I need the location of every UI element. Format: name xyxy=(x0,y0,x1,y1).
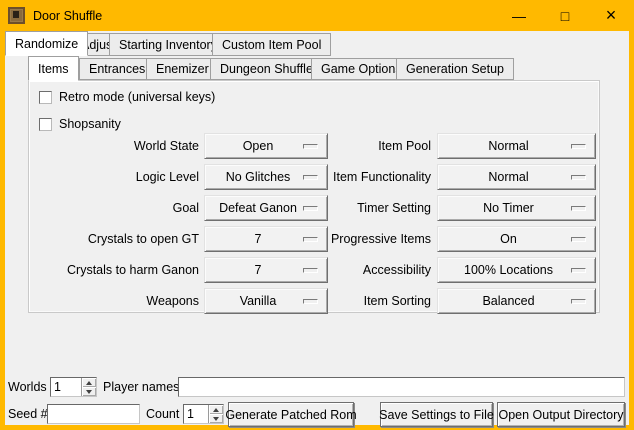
timer-setting-label: Timer Setting xyxy=(299,195,431,221)
seed-input[interactable] xyxy=(47,404,140,424)
tab-entrances[interactable]: Entrances xyxy=(79,58,155,80)
retro-mode-checkbox-row: Retro mode (universal keys) xyxy=(39,90,215,104)
items-pane: Retro mode (universal keys) Shopsanity W… xyxy=(28,80,600,313)
tab-enemizer[interactable]: Enemizer xyxy=(146,58,219,80)
item-sorting-label: Item Sorting xyxy=(299,288,431,314)
tab-starting-inventory[interactable]: Starting Inventory xyxy=(109,33,227,56)
shopsanity-checkbox-row: Shopsanity xyxy=(39,117,121,131)
tab-randomize[interactable]: Randomize xyxy=(5,31,88,56)
item-pool-value: Normal xyxy=(488,139,528,153)
seed-label: Seed # xyxy=(8,404,48,424)
world-state-value: Open xyxy=(243,139,274,153)
spin-up-button[interactable] xyxy=(82,378,96,387)
player-names-input[interactable] xyxy=(178,377,625,397)
app-icon xyxy=(8,7,25,24)
item-functionality-value: Normal xyxy=(488,170,528,184)
crystals-open-gt-label: Crystals to open GT xyxy=(31,226,199,252)
timer-setting-value: No Timer xyxy=(483,201,534,215)
item-pool-label: Item Pool xyxy=(299,133,431,159)
title-bar[interactable]: Door Shuffle — □ × xyxy=(0,0,634,31)
crystals-harm-ganon-value: 7 xyxy=(255,263,262,277)
worlds-label: Worlds xyxy=(8,377,47,397)
window-controls: — □ × xyxy=(496,0,634,31)
crystals-open-gt-value: 7 xyxy=(255,232,262,246)
tab-items[interactable]: Items xyxy=(28,56,79,81)
shopsanity-checkbox[interactable] xyxy=(39,118,52,131)
item-functionality-dropdown[interactable]: Normal xyxy=(437,164,596,190)
generate-patched-rom-button[interactable]: Generate Patched Rom xyxy=(228,402,354,427)
progressive-items-label: Progressive Items xyxy=(299,226,431,252)
arrow-down-icon xyxy=(213,417,219,421)
goal-value: Defeat Ganon xyxy=(219,201,297,215)
logic-level-label: Logic Level xyxy=(31,164,199,190)
progressive-items-value: On xyxy=(500,232,517,246)
item-sorting-dropdown[interactable]: Balanced xyxy=(437,288,596,314)
weapons-value: Vanilla xyxy=(240,294,277,308)
minimize-button[interactable]: — xyxy=(496,0,542,31)
spin-up-button[interactable] xyxy=(209,405,223,414)
arrow-up-icon xyxy=(213,408,219,412)
weapons-label: Weapons xyxy=(31,288,199,314)
accessibility-value: 100% Locations xyxy=(464,263,553,277)
spin-down-button[interactable] xyxy=(209,414,223,423)
dropdown-indicator-icon xyxy=(571,268,586,273)
accessibility-dropdown[interactable]: 100% Locations xyxy=(437,257,596,283)
retro-mode-checkbox[interactable] xyxy=(39,91,52,104)
dropdown-indicator-icon xyxy=(571,175,586,180)
retro-mode-label: Retro mode (universal keys) xyxy=(59,90,215,104)
worlds-spinner-buttons xyxy=(81,378,96,396)
item-sorting-value: Balanced xyxy=(482,294,534,308)
crystals-harm-ganon-label: Crystals to harm Ganon xyxy=(31,257,199,283)
goal-label: Goal xyxy=(31,195,199,221)
count-value: 1 xyxy=(184,405,208,423)
tab-custom-item-pool[interactable]: Custom Item Pool xyxy=(212,33,331,56)
worlds-spinner[interactable]: 1 xyxy=(50,377,97,397)
arrow-up-icon xyxy=(86,381,92,385)
progressive-items-dropdown[interactable]: On xyxy=(437,226,596,252)
save-settings-button[interactable]: Save Settings to File xyxy=(380,402,493,427)
count-label: Count xyxy=(146,404,179,424)
dropdown-indicator-icon xyxy=(571,144,586,149)
accessibility-label: Accessibility xyxy=(299,257,431,283)
dropdown-indicator-icon xyxy=(571,237,586,242)
shopsanity-label: Shopsanity xyxy=(59,117,121,131)
client-area: Randomize Adjust Starting Inventory Cust… xyxy=(5,31,629,425)
tab-generation-setup[interactable]: Generation Setup xyxy=(396,58,514,80)
open-output-directory-button[interactable]: Open Output Directory xyxy=(497,402,625,427)
timer-setting-dropdown[interactable]: No Timer xyxy=(437,195,596,221)
dropdown-indicator-icon xyxy=(571,206,586,211)
arrow-down-icon xyxy=(86,390,92,394)
count-spinner-buttons xyxy=(208,405,223,423)
close-button[interactable]: × xyxy=(588,0,634,31)
spin-down-button[interactable] xyxy=(82,387,96,396)
logic-level-value: No Glitches xyxy=(226,170,291,184)
item-functionality-label: Item Functionality xyxy=(299,164,431,190)
world-state-label: World State xyxy=(31,133,199,159)
item-pool-dropdown[interactable]: Normal xyxy=(437,133,596,159)
worlds-value: 1 xyxy=(51,378,81,396)
maximize-button[interactable]: □ xyxy=(542,0,588,31)
window-title: Door Shuffle xyxy=(33,9,102,23)
player-names-label: Player names xyxy=(103,377,179,397)
count-spinner[interactable]: 1 xyxy=(183,404,224,424)
app-window: Door Shuffle — □ × Randomize Adjust Star… xyxy=(0,0,634,430)
tab-dungeon-shuffle[interactable]: Dungeon Shuffle xyxy=(210,58,323,80)
dropdown-indicator-icon xyxy=(571,299,586,304)
